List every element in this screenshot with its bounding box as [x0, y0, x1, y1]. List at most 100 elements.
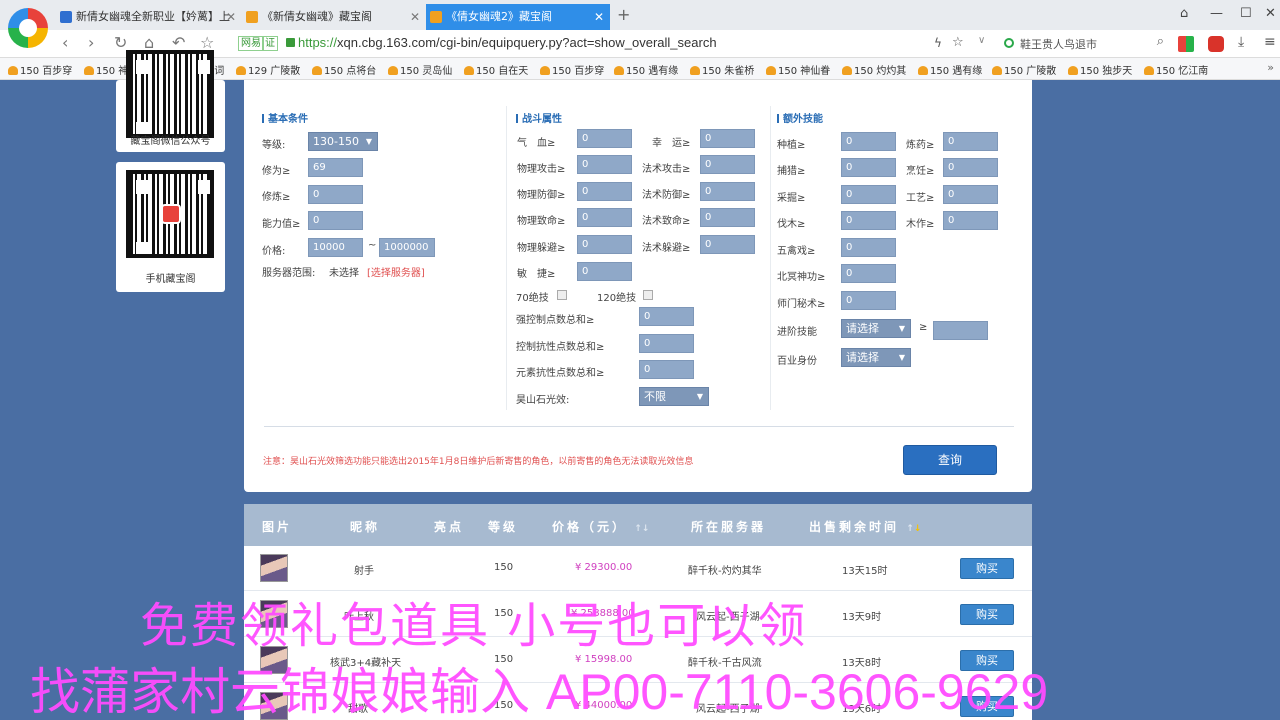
- basic-section-title: 基本条件: [262, 110, 308, 125]
- resist-input[interactable]: 0: [639, 334, 694, 353]
- table-row[interactable]: 射手 150 ¥ 29300.00 醉千秋-灼灼其华 13天15时 购买: [244, 546, 1032, 591]
- row-level: 150: [494, 562, 514, 573]
- logging-input[interactable]: 0: [841, 211, 896, 230]
- wuqin-input[interactable]: 0: [841, 238, 896, 257]
- bookmark-item[interactable]: 150 遇有缘: [918, 62, 982, 77]
- xiulian-input[interactable]: 0: [308, 185, 363, 204]
- header-time-left[interactable]: 出售剩余时间 ↑↓: [809, 518, 921, 535]
- back-icon[interactable]: ‹: [62, 34, 68, 52]
- close-icon[interactable]: ✕: [594, 4, 604, 30]
- row-time-left: 13天9时: [842, 612, 882, 623]
- query-button[interactable]: 查询: [903, 445, 997, 475]
- bookmark-item[interactable]: 150 朱雀桥: [690, 62, 754, 77]
- kunshan-select[interactable]: 不限 ▼: [639, 387, 709, 406]
- skin-icon[interactable]: ⌂: [1180, 6, 1188, 21]
- buy-button[interactable]: 购买: [960, 558, 1014, 579]
- header-price[interactable]: 价格（元） ↑↓: [552, 518, 649, 535]
- close-icon[interactable]: ✕: [226, 4, 236, 30]
- price-min-input[interactable]: 10000: [308, 238, 363, 257]
- browser-logo-icon[interactable]: [8, 8, 48, 48]
- search-box[interactable]: 鞋王贵人鸟退市 ⌕: [1000, 33, 1168, 55]
- magic-crit-input[interactable]: 0: [700, 208, 755, 227]
- magic-attack-input[interactable]: 0: [700, 155, 755, 174]
- avatar[interactable]: [260, 554, 288, 582]
- new-tab-button[interactable]: +: [617, 5, 630, 24]
- bookmark-item[interactable]: 129 广陵散: [236, 62, 300, 77]
- element-input[interactable]: 0: [639, 360, 694, 379]
- bookmark-favicon-icon: [312, 66, 322, 75]
- download-icon[interactable]: ⤓: [1238, 34, 1244, 50]
- forward-icon[interactable]: ›: [88, 34, 94, 52]
- bookmark-favicon-icon: [992, 66, 1002, 75]
- select-server-link[interactable]: [选择服务器]: [367, 264, 425, 279]
- tab-1[interactable]: 新倩女幽魂全新职业【妗蓠】上 ✕: [56, 4, 242, 30]
- tab-2[interactable]: 《新倩女幽魂》藏宝阁 ✕: [242, 4, 426, 30]
- bookmark-item[interactable]: 150 神仙眷: [766, 62, 830, 77]
- hp-input[interactable]: 0: [577, 129, 632, 148]
- minimize-icon[interactable]: —: [1210, 6, 1223, 21]
- bookmark-item[interactable]: 150 灵岛仙: [388, 62, 452, 77]
- phys-defense-input[interactable]: 0: [577, 182, 632, 201]
- skill70-checkbox[interactable]: [557, 290, 567, 300]
- woodwork-input[interactable]: 0: [943, 211, 998, 230]
- bookmark-item[interactable]: 150 忆江南: [1144, 62, 1208, 77]
- mining-input[interactable]: 0: [841, 185, 896, 204]
- planting-input[interactable]: 0: [841, 132, 896, 151]
- luck-input[interactable]: 0: [700, 129, 755, 148]
- overlay-promo-line-1: 免费领礼包道具 小号也可以领: [140, 598, 808, 654]
- magic-dodge-input[interactable]: 0: [700, 235, 755, 254]
- close-icon[interactable]: ✕: [410, 4, 420, 30]
- mobile-qr-card: 手机藏宝阁: [116, 162, 225, 292]
- bookmark-item[interactable]: 150 遇有缘: [614, 62, 678, 77]
- sort-up-icon[interactable]: ↑: [906, 524, 914, 534]
- bookmark-item[interactable]: 150 百步穿: [8, 62, 72, 77]
- shimen-input[interactable]: 0: [841, 291, 896, 310]
- bookmark-item[interactable]: 150 自在天: [464, 62, 528, 77]
- apps-icon[interactable]: [1178, 36, 1194, 52]
- sort-up-icon[interactable]: ↑: [634, 524, 642, 534]
- search-icon[interactable]: ⌕: [1157, 34, 1164, 49]
- advanced-skill-select[interactable]: 请选择 ▼: [841, 319, 911, 338]
- close-window-icon[interactable]: ✕: [1265, 6, 1276, 21]
- alchemy-input[interactable]: 0: [943, 132, 998, 151]
- maximize-icon[interactable]: ☐: [1240, 6, 1252, 21]
- phys-crit-input[interactable]: 0: [577, 208, 632, 227]
- url-input[interactable]: 网易 证 https://xqn.cbg.163.com/cgi-bin/equ…: [234, 33, 994, 55]
- tab-3-active[interactable]: 《倩女幽魂2》藏宝阁 ✕: [426, 4, 610, 30]
- mobile-qr-label: 手机藏宝阁: [145, 274, 196, 285]
- bookmark-star-icon[interactable]: ☆: [952, 35, 964, 50]
- element-label: 元素抗性点数总和≥: [516, 368, 605, 379]
- row-nickname[interactable]: 射手: [354, 562, 374, 577]
- ability-input[interactable]: 0: [308, 211, 363, 230]
- cooking-input[interactable]: 0: [943, 158, 998, 177]
- flash-icon[interactable]: ϟ: [934, 36, 942, 50]
- sort-down-icon[interactable]: ↓: [642, 524, 650, 534]
- level-select[interactable]: 130-150 ▼: [308, 132, 378, 151]
- sort-down-icon[interactable]: ↓: [914, 524, 922, 534]
- game-icon[interactable]: [1208, 36, 1224, 52]
- bookmark-item[interactable]: 150 百步穿: [540, 62, 604, 77]
- magic-defense-input[interactable]: 0: [700, 182, 755, 201]
- skill120-checkbox[interactable]: [643, 290, 653, 300]
- bookmarks-more-button[interactable]: »: [1267, 61, 1274, 74]
- craft-input[interactable]: 0: [943, 185, 998, 204]
- bookmark-item[interactable]: 150 点将台: [312, 62, 376, 77]
- beiming-input[interactable]: 0: [841, 264, 896, 283]
- advanced-skill-input[interactable]: [933, 321, 988, 340]
- xiuwei-input[interactable]: 69: [308, 158, 363, 177]
- price-max-input[interactable]: 1000000: [379, 238, 435, 257]
- control-input[interactable]: 0: [639, 307, 694, 326]
- phys-attack-input[interactable]: 0: [577, 155, 632, 174]
- bookmark-item[interactable]: 150 广陵散: [992, 62, 1056, 77]
- menu-icon[interactable]: ≡: [1264, 34, 1276, 50]
- bookmark-item[interactable]: 150 灼灼其: [842, 62, 906, 77]
- agility-input[interactable]: 0: [577, 262, 632, 281]
- bookmark-item[interactable]: 150 独步天: [1068, 62, 1132, 77]
- combat-label: 幸 运≥: [652, 138, 691, 149]
- phys-dodge-input[interactable]: 0: [577, 235, 632, 254]
- hunting-input[interactable]: 0: [841, 158, 896, 177]
- baiye-select[interactable]: 请选择 ▼: [841, 348, 911, 367]
- buy-button[interactable]: 购买: [960, 604, 1014, 625]
- row-time-left: 13天15时: [842, 566, 888, 577]
- chevron-down-icon[interactable]: ∨: [978, 35, 985, 46]
